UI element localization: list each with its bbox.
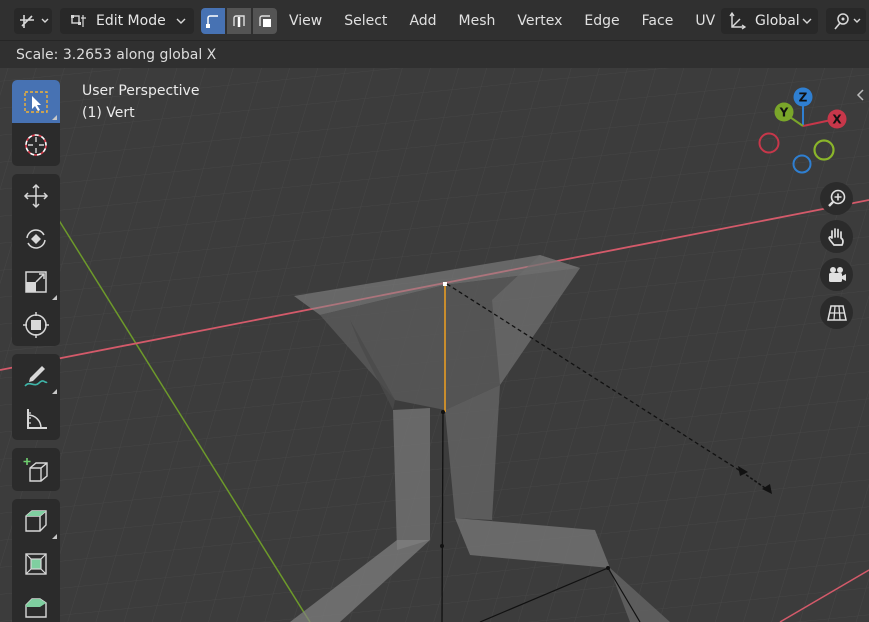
tool-group-add [12, 448, 60, 491]
menu-add[interactable]: Add [398, 8, 447, 34]
transform-orientation-select[interactable]: Global [721, 8, 818, 34]
tool-select-box[interactable] [12, 80, 60, 123]
extrude-icon [25, 509, 47, 532]
scale-icon [25, 270, 47, 293]
tool-move[interactable] [12, 174, 60, 217]
vertex-select-icon [206, 15, 218, 28]
pivot-link-icon [834, 13, 849, 30]
menu-vertex[interactable]: Vertex [506, 8, 573, 34]
x-axis-ball[interactable]: X [827, 109, 847, 129]
chevron-down-icon [41, 18, 48, 23]
viewport-scene [0, 68, 869, 622]
menu-face[interactable]: Face [631, 8, 685, 34]
viewport-header: Edit Mode View Select Add Mesh Vertex Ed… [0, 0, 869, 40]
vertex-select-button[interactable] [201, 8, 225, 34]
mode-label: Edit Mode [96, 13, 166, 29]
tool-annotate[interactable] [12, 354, 60, 397]
chevron-down-icon [802, 18, 812, 24]
menu-uv[interactable]: UV [684, 8, 726, 34]
viewport-info: User Perspective (1) Vert [82, 80, 199, 124]
transform-icon [23, 311, 49, 338]
add-cube-icon [23, 457, 48, 482]
orientation-label: Global [755, 13, 800, 29]
zoom-button[interactable] [820, 182, 853, 215]
tool-group-select [12, 80, 60, 166]
navigation-gizmo[interactable]: Z Y X [756, 86, 852, 176]
y-axis-ball[interactable]: Y [774, 102, 794, 122]
menu-select[interactable]: Select [333, 8, 398, 34]
grid-view-icon [826, 304, 847, 321]
pan-hand-icon [827, 227, 844, 246]
tool-add-cube[interactable] [12, 448, 60, 491]
zoom-icon [827, 189, 845, 207]
neg-x-axis-ball[interactable] [758, 132, 780, 154]
neg-z-axis-ball[interactable] [792, 154, 812, 174]
3d-viewport[interactable] [0, 68, 869, 622]
tool-extrude[interactable] [12, 499, 60, 542]
mode-select[interactable]: Edit Mode [60, 8, 194, 34]
face-select-button[interactable] [253, 8, 277, 34]
edge-select-icon [233, 15, 245, 27]
pivot-point-select[interactable] [826, 8, 866, 34]
camera-view-button[interactable] [820, 258, 853, 291]
edit-mode-icon [71, 15, 86, 27]
selection-info: (1) Vert [82, 105, 135, 121]
operator-status: Scale: 3.2653 along global X [0, 40, 869, 68]
tool-group-mesh [12, 499, 60, 622]
tool-inset[interactable] [12, 542, 60, 585]
chevron-down-icon [853, 18, 861, 23]
bevel-icon [25, 597, 47, 618]
ortho-toggle-button[interactable] [820, 296, 853, 329]
pan-button[interactable] [820, 220, 853, 253]
axes-editor-icon [19, 15, 34, 28]
tool-rotate[interactable] [12, 217, 60, 260]
neg-y-axis-ball[interactable] [813, 139, 835, 161]
menu-bar: View Select Add Mesh Vertex Edge Face UV [278, 8, 726, 34]
edge-select-button[interactable] [227, 8, 251, 34]
measure-icon [27, 408, 47, 429]
tool-shelf [12, 80, 60, 622]
select-box-icon [24, 90, 48, 113]
tool-measure[interactable] [12, 397, 60, 440]
cursor-icon [25, 133, 47, 156]
operator-status-text: Scale: 3.2653 along global X [16, 46, 217, 63]
z-axis-ball[interactable]: Z [793, 87, 813, 107]
tool-transform[interactable] [12, 303, 60, 346]
chevron-down-icon [176, 18, 186, 24]
editor-type-button[interactable] [14, 8, 52, 34]
tool-group-transform [12, 174, 60, 346]
view-name: User Perspective [82, 83, 200, 99]
svg-text:X: X [832, 113, 842, 127]
tool-scale[interactable] [12, 260, 60, 303]
menu-edge[interactable]: Edge [573, 8, 630, 34]
orientation-axes-icon [729, 11, 747, 30]
select-mode-group [201, 8, 277, 34]
chevron-left-icon[interactable] [855, 88, 867, 102]
tool-cursor[interactable] [12, 123, 60, 166]
move-icon [23, 183, 49, 208]
svg-text:Y: Y [779, 106, 789, 120]
selected-vertex[interactable] [443, 282, 447, 286]
svg-text:Z: Z [799, 91, 808, 105]
rotate-icon [26, 228, 46, 249]
camera-icon [828, 266, 846, 282]
annotate-icon [24, 365, 48, 387]
inset-icon [25, 552, 47, 575]
tool-bevel[interactable] [12, 585, 60, 622]
menu-mesh[interactable]: Mesh [448, 8, 507, 34]
face-select-icon [259, 15, 271, 27]
menu-view[interactable]: View [278, 8, 333, 34]
tool-group-annotate [12, 354, 60, 440]
